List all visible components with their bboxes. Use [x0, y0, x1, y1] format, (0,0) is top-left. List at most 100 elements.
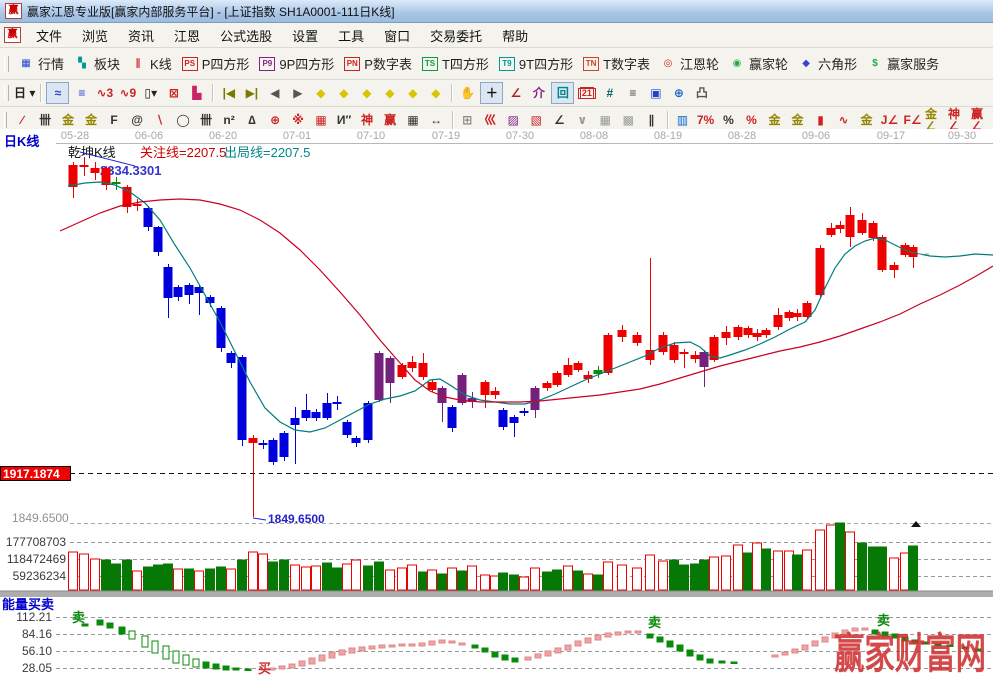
- shen-angle-button[interactable]: 神∠: [948, 110, 969, 130]
- f-ruler-button[interactable]: F: [104, 110, 125, 130]
- print-button[interactable]: 凸: [691, 83, 712, 103]
- info-panel-button[interactable]: ≡: [71, 83, 92, 103]
- p-square-button[interactable]: PSP四方形: [177, 52, 255, 75]
- red-pencil-button[interactable]: ∖: [150, 110, 171, 130]
- first-bar-button[interactable]: |◀: [218, 83, 239, 103]
- f-angle-button[interactable]: F∠: [902, 110, 923, 130]
- shen-tool-button[interactable]: 神: [357, 110, 378, 130]
- ying-angle-button[interactable]: 赢∠: [971, 110, 992, 130]
- angle-lines-button[interactable]: ∠: [549, 110, 570, 130]
- pan-left-button[interactable]: ◆: [310, 83, 331, 103]
- export-web-button[interactable]: ⊕: [668, 83, 689, 103]
- menu-item-9[interactable]: 帮助: [492, 24, 538, 47]
- red-grid-button[interactable]: ▦: [311, 110, 332, 130]
- t-square-button[interactable]: TST四方形: [417, 52, 494, 75]
- menu-item-6[interactable]: 工具: [328, 24, 374, 47]
- starburst-button[interactable]: ※: [288, 110, 309, 130]
- angle-ruler-button[interactable]: ∆: [242, 110, 263, 130]
- menu-item-7[interactable]: 窗口: [374, 24, 420, 47]
- hexagon-button[interactable]: ◆六角形: [793, 52, 862, 75]
- ruler-ticks2-button[interactable]: 卌: [196, 110, 217, 130]
- smart-analysis-button[interactable]: 回: [551, 82, 574, 104]
- v-dotted-button[interactable]: ∨: [572, 110, 593, 130]
- n-squared-button[interactable]: n²: [219, 110, 240, 130]
- menu-item-4[interactable]: 公式选股: [210, 24, 282, 47]
- j-angle-button[interactable]: J∠: [879, 110, 900, 130]
- winner-service-button[interactable]: $赢家服务: [862, 52, 944, 75]
- nine-p-square-button[interactable]: P99P四方形: [254, 52, 339, 75]
- winner-wheel-button[interactable]: ◉赢家轮: [724, 52, 793, 75]
- quote-marks-button[interactable]: И″: [334, 110, 355, 130]
- mesh-grid2-button[interactable]: ▩: [618, 110, 639, 130]
- zoom-out-button[interactable]: ◆: [356, 83, 377, 103]
- toolbar-grip[interactable]: [4, 112, 7, 128]
- kline-paint-button[interactable]: ⊠: [163, 83, 184, 103]
- menu-item-3[interactable]: 江恩: [164, 24, 210, 47]
- wave-9-button[interactable]: ∿9: [117, 83, 138, 103]
- ruler-ticks-button[interactable]: 卌: [35, 110, 56, 130]
- toolbar-grip[interactable]: [4, 85, 9, 101]
- next-bar-button[interactable]: ▶: [287, 83, 308, 103]
- notes-button[interactable]: ≡: [622, 83, 643, 103]
- calculator-button[interactable]: #: [599, 83, 620, 103]
- p-number-table-button[interactable]: PNP数字表: [339, 52, 417, 75]
- zoom-in-button[interactable]: ◆: [379, 83, 400, 103]
- kline-candle-button[interactable]: ∥K线: [125, 52, 177, 75]
- spiral-button[interactable]: @: [127, 110, 148, 130]
- frame-layout-button[interactable]: ⊞: [457, 110, 478, 130]
- toolbar-grip[interactable]: [4, 56, 9, 72]
- red-wave-button[interactable]: ∿: [833, 110, 854, 130]
- last-bar-button[interactable]: ▶|: [241, 83, 262, 103]
- expand-view-button[interactable]: ◆: [425, 83, 446, 103]
- flag-candle-button[interactable]: ▮: [810, 110, 831, 130]
- menu-item-1[interactable]: 浏览: [72, 24, 118, 47]
- t-number-table-button[interactable]: TNT数字表: [578, 52, 655, 75]
- grid-strike-button[interactable]: ▧: [526, 110, 547, 130]
- quotes-grid-button[interactable]: ▦行情: [13, 52, 69, 75]
- gold-ruler-button[interactable]: 金: [58, 110, 79, 130]
- gold-ruler2-button[interactable]: 金: [81, 110, 102, 130]
- percent-button[interactable]: %: [718, 110, 739, 130]
- period-day-dropdown-button[interactable]: 日 ▾: [14, 83, 35, 103]
- blue-histogram-button[interactable]: ▥: [672, 110, 693, 130]
- gann-garb-button[interactable]: 介: [528, 83, 549, 103]
- hand-pan-button[interactable]: ✋: [457, 83, 478, 103]
- angle-ruler-icon: ∆: [248, 114, 255, 126]
- cycle-clock-button[interactable]: ◯: [173, 110, 194, 130]
- menu-item-5[interactable]: 设置: [282, 24, 328, 47]
- nine-t-square-button[interactable]: T99T四方形: [494, 52, 578, 75]
- red-fan-button[interactable]: 巛: [480, 110, 501, 130]
- gold-line-button[interactable]: 金: [787, 110, 808, 130]
- wave-3-button[interactable]: ∿3: [94, 83, 115, 103]
- pan-right-button[interactable]: ◆: [333, 83, 354, 103]
- menu-item-8[interactable]: 交易委托: [420, 24, 492, 47]
- volume-style-button[interactable]: ▙: [186, 83, 207, 103]
- menu-item-0[interactable]: 文件: [26, 24, 72, 47]
- menu-item-2[interactable]: 资讯: [118, 24, 164, 47]
- crosshair-button[interactable]: ＋: [480, 82, 503, 104]
- red-brush-button[interactable]: ∕: [12, 110, 33, 130]
- calendar-21-button[interactable]: 21: [576, 83, 597, 103]
- gold-circle-button[interactable]: 金: [764, 110, 785, 130]
- gold-overline-button[interactable]: 金: [856, 110, 877, 130]
- mesh-grid-button[interactable]: ▦: [595, 110, 616, 130]
- percent-strike-button[interactable]: 7%: [695, 110, 716, 130]
- grid-123-button[interactable]: ▦: [403, 110, 424, 130]
- save-button[interactable]: ▣: [645, 83, 666, 103]
- percent-line-button[interactable]: %: [741, 110, 762, 130]
- prev-bar-button[interactable]: ◀: [264, 83, 285, 103]
- purple-fan-button[interactable]: ▨: [503, 110, 524, 130]
- pane-splitter[interactable]: [0, 591, 993, 597]
- measure-angle-button[interactable]: ∠: [505, 83, 526, 103]
- parallel-lines-button[interactable]: ∥: [641, 110, 662, 130]
- ying-tool-button[interactable]: 赢: [380, 110, 401, 130]
- chart-area[interactable]: 日K线05-2806-0606-2007-0107-1007-1907-3008…: [0, 129, 993, 675]
- candle-style-dropdown-button[interactable]: ▯▾: [140, 83, 161, 103]
- gann-wheel-button[interactable]: ◎江恩轮: [655, 52, 724, 75]
- draw-kline-button[interactable]: ≈: [46, 82, 69, 104]
- sector-blocks-button[interactable]: ▚板块: [69, 52, 125, 75]
- gann-target-button[interactable]: ⊕: [265, 110, 286, 130]
- span-measure-button[interactable]: ↔: [426, 110, 447, 130]
- gold-angle-button[interactable]: 金∠: [925, 110, 946, 130]
- compress-view-button[interactable]: ◆: [402, 83, 423, 103]
